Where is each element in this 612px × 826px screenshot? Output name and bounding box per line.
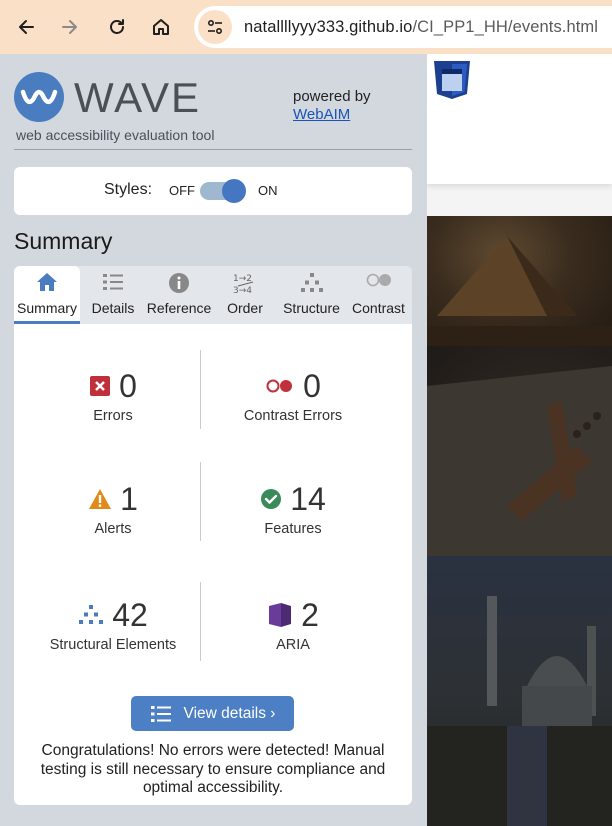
back-button[interactable] [8,9,44,45]
contrast-icon [365,272,393,291]
alerts-label: Alerts [94,521,132,537]
url-path: /CI_PP1_HH/events.html [412,17,599,36]
aria-count: 2 [301,597,319,633]
wave-logo-text: WAVE [74,74,202,121]
tab-contrast[interactable]: Contrast [345,266,412,324]
structure-icon [79,605,104,624]
rosary-bible-image [427,346,612,556]
congratulations-message: Congratulations! No errors were detected… [40,742,386,796]
tab-label: Structure [283,300,340,316]
address-bar[interactable]: natallllyyy333.github.io/CI_PP1_HH/event… [194,6,612,48]
alert-icon [89,489,112,509]
list-icon [150,705,171,722]
order-icon: 1→2 3→4 [233,272,257,297]
errors-stat[interactable]: 0 Errors [20,368,206,424]
tab-details[interactable]: Details [80,266,146,324]
styles-toggle-knob[interactable] [222,179,246,203]
contrast-errors-label: Contrast Errors [243,408,343,424]
structural-elements-stat[interactable]: 42 Structural Elements [20,597,206,653]
errors-count: 0 [119,368,137,404]
contrast-error-icon [266,379,293,393]
errors-label: Errors [93,408,133,424]
reload-icon [110,19,124,34]
features-count: 14 [290,481,326,517]
view-details-button[interactable]: View details › [131,696,294,731]
aria-stat[interactable]: 2 ARIA [200,597,386,653]
html5-icon [434,61,470,99]
structure-icon [300,272,324,297]
summary-panel: Summary Details Reference 1→23→4 Order [14,266,412,805]
home-icon [36,272,58,295]
wave-logo-icon [14,72,64,122]
svg-text:1→2: 1→2 [233,274,252,284]
reload-button[interactable] [99,9,135,45]
forward-button[interactable] [52,9,88,45]
tab-structure[interactable]: Structure [278,266,345,324]
tab-order[interactable]: 1→2 3→4 Order [212,266,278,324]
tab-label: Contrast [352,300,405,316]
aria-label: ARIA [276,637,310,653]
alerts-count: 1 [120,481,138,517]
url-text[interactable]: natallllyyy333.github.io/CI_PP1_HH/event… [244,18,598,37]
powered-by: powered by WebAIM [293,88,371,124]
tab-summary[interactable]: Summary [14,266,80,324]
page-header [427,54,612,184]
browser-toolbar: natallllyyy333.github.io/CI_PP1_HH/event… [0,0,612,54]
webaim-link[interactable]: WebAIM [293,106,350,123]
alerts-stat[interactable]: 1 Alerts [20,481,206,537]
view-details-label: View details › [183,704,276,722]
tab-label: Reference [146,300,212,316]
styles-label: Styles: [104,181,153,198]
summary-heading: Summary [14,228,113,254]
contrast-errors-count: 0 [303,368,321,404]
error-icon [90,376,111,396]
tab-label: Summary [17,300,77,316]
site-info-button[interactable] [198,10,232,44]
powered-by-text: powered by [293,88,371,105]
features-stat[interactable]: 14 Features [200,481,386,537]
tune-icon [207,19,223,35]
contrast-errors-stat[interactable]: 0 Contrast Errors [200,368,386,424]
styles-off-label: OFF [169,183,195,198]
arrow-right-icon [62,20,77,34]
structural-elements-count: 42 [112,597,148,633]
tab-reference[interactable]: Reference [146,266,212,324]
divider [14,149,412,150]
page-viewport [427,54,612,826]
url-host: natallllyyy333.github.io [244,17,413,36]
home-button[interactable] [143,9,179,45]
wave-sidebar: WAVE web accessibility evaluation tool p… [0,54,427,826]
styles-on-label: ON [258,183,278,198]
list-icon [102,272,124,295]
svg-text:3→4: 3→4 [233,286,252,294]
tab-label: Details [91,300,135,316]
pyramid-image [427,216,612,346]
structural-elements-label: Structural Elements [49,637,177,653]
tab-label: Order [227,300,263,316]
info-icon [168,272,190,297]
check-icon [261,489,282,509]
features-label: Features [264,521,322,537]
aria-icon [269,603,292,627]
arrow-left-icon [19,20,34,34]
home-icon [153,19,169,35]
styles-toggle-card: Styles: OFF ON [14,167,412,215]
wave-tagline: web accessibility evaluation tool [16,127,215,143]
taj-mahal-image [427,556,612,826]
tab-bar: Summary Details Reference 1→23→4 Order [14,266,412,324]
